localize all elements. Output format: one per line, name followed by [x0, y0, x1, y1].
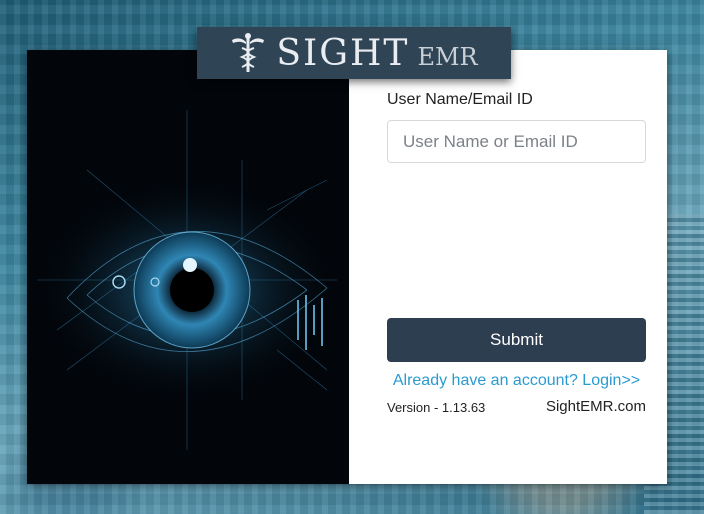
- eye-illustration: [37, 110, 337, 450]
- logo-text-main: SIGHT: [276, 32, 410, 74]
- caduceus-icon: [232, 33, 265, 72]
- submit-button[interactable]: Submit: [387, 318, 646, 362]
- hero-image-panel: [27, 50, 349, 484]
- username-input[interactable]: [387, 120, 646, 163]
- username-label: User Name/Email ID: [387, 91, 533, 108]
- login-link[interactable]: Already have an account? Login>>: [387, 372, 646, 390]
- login-form-panel: [349, 50, 667, 484]
- site-name: SightEMR.com: [545, 398, 646, 415]
- version-text: Version - 1.13.63: [387, 400, 486, 415]
- login-card: [27, 50, 667, 484]
- sightemr-logo: SIGHT EMR: [197, 27, 511, 79]
- logo-text-sub: EMR: [417, 43, 478, 71]
